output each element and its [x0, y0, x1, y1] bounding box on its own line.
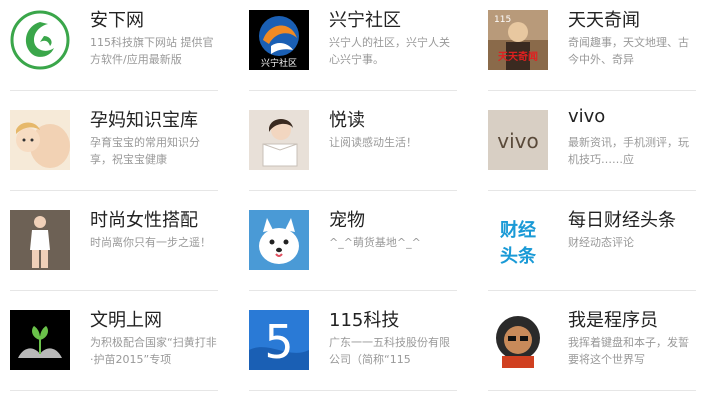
- card-tiantian[interactable]: 115 天天奇闻 天天奇闻 奇闻趣事，天文地理、古今中外、奇异: [488, 0, 696, 100]
- civil-logo-icon[interactable]: [10, 310, 70, 370]
- divider: [249, 190, 457, 191]
- card-title[interactable]: 我是程序员: [568, 306, 658, 332]
- 115-logo-text: 5: [264, 315, 293, 369]
- programmer-logo-icon[interactable]: [488, 310, 548, 370]
- card-reading[interactable]: 悦读 让阅读感动生活！: [249, 100, 457, 200]
- divider: [10, 190, 218, 191]
- tiantian-logo-text: 天天奇闻: [498, 50, 538, 63]
- card-title[interactable]: 文明上网: [90, 306, 162, 332]
- card-pet[interactable]: 宠物 ^_^萌货基地^_^: [249, 200, 457, 300]
- baby-photo-icon[interactable]: [10, 110, 70, 170]
- app-directory-grid: 安下网 115科技旗下网站 提供官方软件/应用最新版 兴宁社区 兴宁社区 兴宁人…: [0, 0, 704, 401]
- finance-logo-bottom: 头条: [500, 245, 537, 267]
- card-anxia[interactable]: 安下网 115科技旗下网站 提供官方软件/应用最新版: [10, 0, 218, 100]
- card-title[interactable]: 每日财经头条: [568, 206, 676, 232]
- card-title[interactable]: 孕妈知识宝库: [90, 106, 198, 132]
- vivo-logo-text: vivo: [497, 129, 538, 153]
- divider: [488, 390, 696, 391]
- vivo-logo-icon[interactable]: vivo: [488, 110, 548, 170]
- tiantian-logo-number: 115: [494, 15, 511, 25]
- card-description: 孕育宝宝的常用知识分享，祝宝宝健康: [90, 136, 200, 166]
- card-description: 让阅读感动生活！: [329, 136, 417, 149]
- finance-logo-icon[interactable]: 财经 头条: [488, 210, 548, 270]
- card-xingning[interactable]: 兴宁社区 兴宁社区 兴宁人的社区，兴宁人关心兴宁事。: [249, 0, 457, 100]
- divider: [10, 390, 218, 391]
- card-title[interactable]: 安下网: [90, 6, 144, 32]
- divider: [249, 390, 457, 391]
- card-title[interactable]: 宠物: [329, 206, 365, 232]
- card-vivo[interactable]: vivo vivo 最新资讯，手机测评，玩机技巧……应: [488, 100, 696, 200]
- reading-photo-icon[interactable]: [249, 110, 309, 170]
- card-finance[interactable]: 财经 头条 每日财经头条 财经动态评论: [488, 200, 696, 300]
- card-title[interactable]: 悦读: [329, 106, 365, 132]
- card-description: 我挥着键盘和本子，发誓要将这个世界写: [568, 336, 689, 366]
- fashion-photo-icon[interactable]: [10, 210, 70, 270]
- card-description: 广东一一五科技股份有限公司（简称“115: [329, 336, 450, 366]
- card-title[interactable]: 兴宁社区: [329, 6, 401, 32]
- card-title[interactable]: vivo: [568, 106, 605, 127]
- card-description: 兴宁人的社区，兴宁人关心兴宁事。: [329, 36, 450, 66]
- card-title[interactable]: 天天奇闻: [568, 6, 640, 32]
- card-description: ^_^萌货基地^_^: [329, 236, 421, 249]
- divider: [488, 290, 696, 291]
- divider: [249, 90, 457, 91]
- card-title[interactable]: 时尚女性搭配: [90, 206, 198, 232]
- divider: [488, 90, 696, 91]
- divider: [10, 90, 218, 91]
- card-description: 财经动态评论: [568, 236, 634, 249]
- anxia-logo-icon[interactable]: [10, 10, 70, 70]
- divider: [10, 290, 218, 291]
- card-description: 115科技旗下网站 提供官方软件/应用最新版: [90, 36, 214, 66]
- finance-logo-top: 财经: [500, 219, 536, 241]
- card-115[interactable]: 5 115科技 广东一一五科技股份有限公司（简称“115: [249, 300, 457, 400]
- card-civil[interactable]: 文明上网 为积极配合国家“扫黄打非·护苗2015”专项: [10, 300, 218, 400]
- card-description: 为积极配合国家“扫黄打非·护苗2015”专项: [90, 336, 217, 366]
- card-description: 奇闻趣事，天文地理、古今中外、奇异: [568, 36, 689, 66]
- card-programmer[interactable]: 我是程序员 我挥着键盘和本子，发誓要将这个世界写: [488, 300, 696, 400]
- tiantian-logo-icon[interactable]: 115 天天奇闻: [488, 10, 548, 70]
- xingning-logo-icon[interactable]: 兴宁社区: [249, 10, 309, 70]
- card-description: 最新资讯，手机测评，玩机技巧……应: [568, 136, 689, 166]
- card-fashion[interactable]: 时尚女性搭配 时尚离你只有一步之遥！: [10, 200, 218, 300]
- divider: [249, 290, 457, 291]
- 115-logo-icon[interactable]: 5: [249, 310, 309, 370]
- xingning-logo-text: 兴宁社区: [261, 57, 297, 69]
- card-description: 时尚离你只有一步之遥！: [90, 236, 211, 249]
- card-title[interactable]: 115科技: [329, 306, 399, 332]
- card-pregnancy[interactable]: 孕妈知识宝库 孕育宝宝的常用知识分享，祝宝宝健康: [10, 100, 218, 200]
- divider: [488, 190, 696, 191]
- dog-photo-icon[interactable]: [249, 210, 309, 270]
